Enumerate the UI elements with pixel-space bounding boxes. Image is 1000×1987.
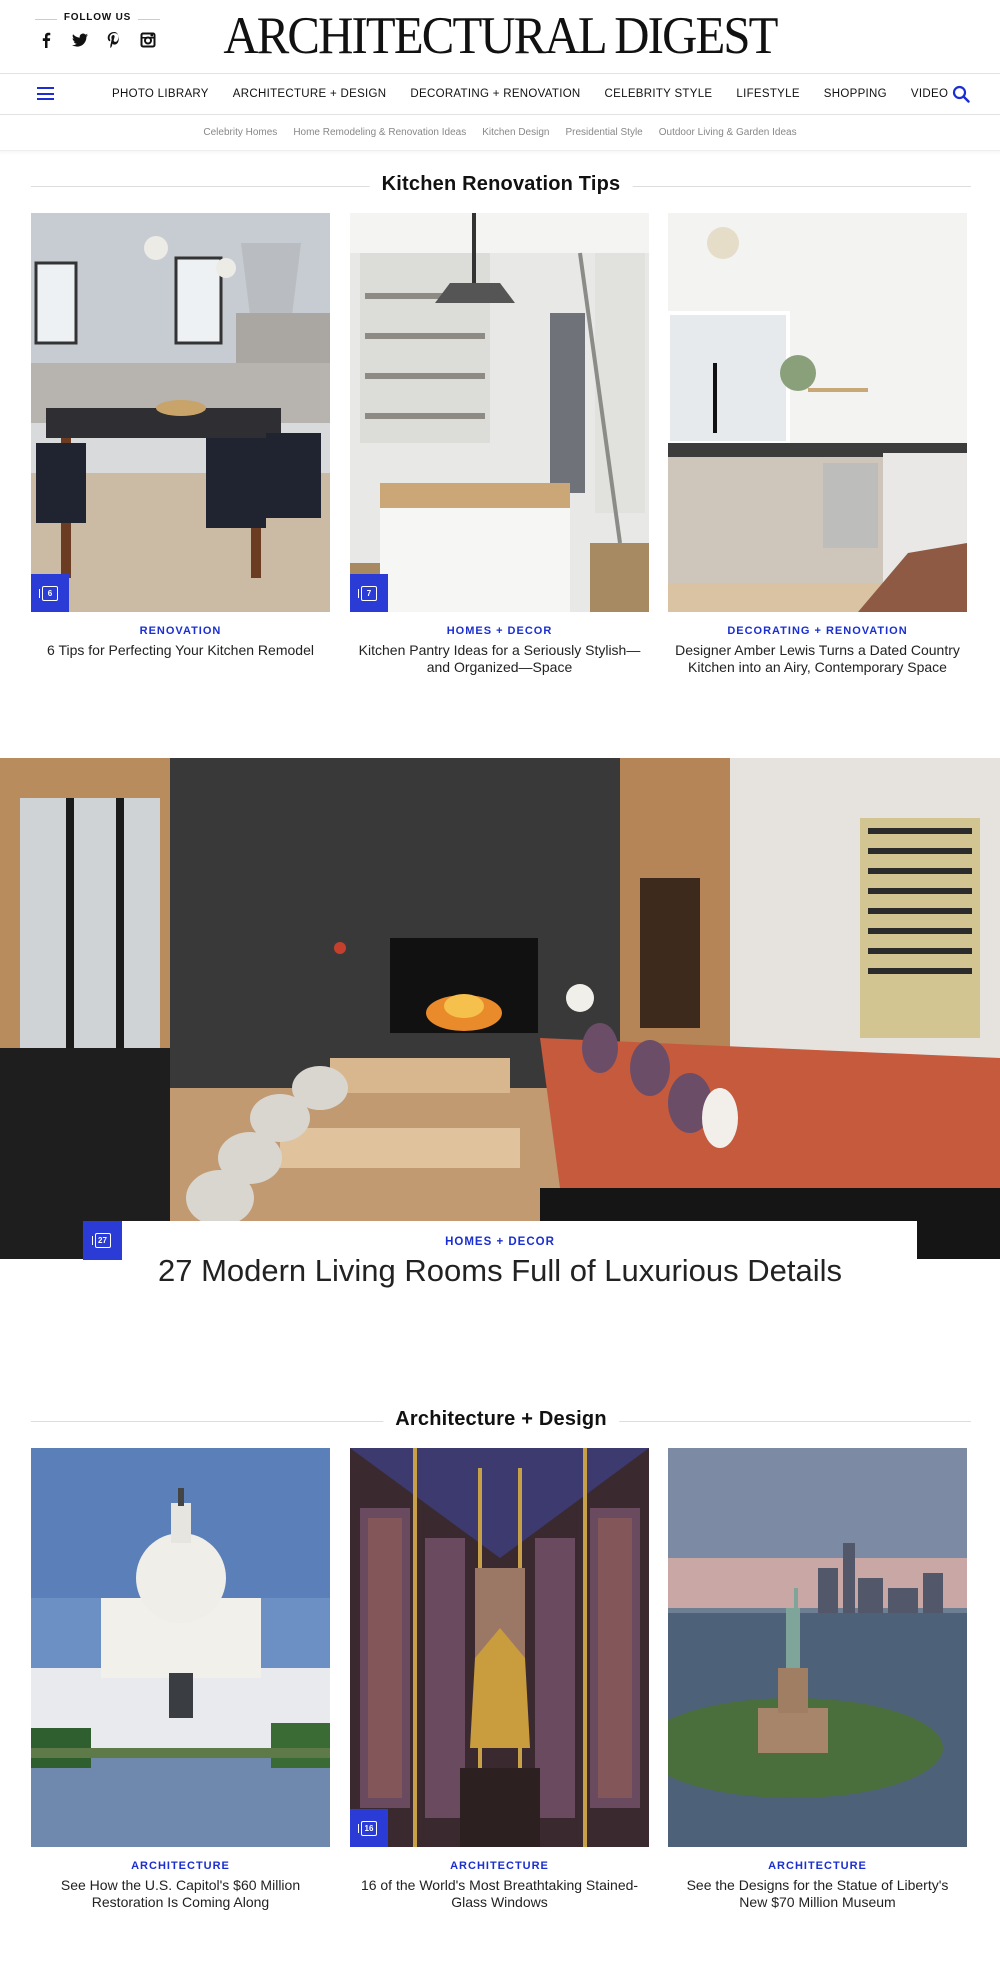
- article-rubric[interactable]: ARCHITECTURE: [31, 1860, 330, 1872]
- article-title[interactable]: 16 of the World's Most Breathtaking Stai…: [350, 1877, 649, 1911]
- section-title: Kitchen Renovation Tips: [369, 173, 633, 196]
- subnav-item-home-remodeling[interactable]: Home Remodeling & Renovation Ideas: [293, 127, 466, 138]
- article-title[interactable]: Kitchen Pantry Ideas for a Seriously Sty…: [350, 642, 649, 676]
- hero-image[interactable]: [0, 758, 1000, 1259]
- article-rubric[interactable]: ARCHITECTURE: [350, 1860, 649, 1872]
- gallery-icon: 7: [358, 585, 377, 601]
- article-rubric[interactable]: ARCHITECTURE: [668, 1860, 967, 1872]
- nav-item-lifestyle[interactable]: LIFESTYLE: [736, 88, 799, 100]
- subnav-item-celebrity-homes[interactable]: Celebrity Homes: [203, 127, 277, 138]
- nav-item-video[interactable]: VIDEO: [911, 88, 948, 100]
- subnav-item-presidential-style[interactable]: Presidential Style: [565, 127, 642, 138]
- hero-title[interactable]: 27 Modern Living Rooms Full of Luxurious…: [150, 1252, 850, 1289]
- article-image[interactable]: 6: [31, 213, 330, 612]
- article-image[interactable]: [668, 1448, 967, 1847]
- sub-nav: Celebrity Homes Home Remodeling & Renova…: [0, 115, 1000, 151]
- article-image[interactable]: [31, 1448, 330, 1847]
- article-rubric[interactable]: DECORATING + RENOVATION: [668, 625, 967, 637]
- article-rubric[interactable]: HOMES + DECOR: [350, 625, 649, 637]
- gallery-badge: 16: [350, 1809, 388, 1847]
- nav-item-decorating-renovation[interactable]: DECORATING + RENOVATION: [410, 88, 580, 100]
- article-card[interactable]: 7 HOMES + DECOR Kitchen Pantry Ideas for…: [350, 213, 649, 676]
- nav-item-shopping[interactable]: SHOPPING: [824, 88, 887, 100]
- nav-item-celebrity-style[interactable]: CELEBRITY STYLE: [605, 88, 713, 100]
- menu-icon[interactable]: [37, 87, 54, 101]
- nav-item-photo-library[interactable]: PHOTO LIBRARY: [112, 88, 209, 100]
- article-image[interactable]: [668, 213, 967, 612]
- article-image[interactable]: 16: [350, 1448, 649, 1847]
- article-title[interactable]: See How the U.S. Capitol's $60 Million R…: [31, 1877, 330, 1911]
- article-title[interactable]: Designer Amber Lewis Turns a Dated Count…: [668, 642, 967, 676]
- article-card[interactable]: ARCHITECTURE See How the U.S. Capitol's …: [31, 1448, 330, 1911]
- subnav-item-outdoor-living[interactable]: Outdoor Living & Garden Ideas: [659, 127, 797, 138]
- nav-links: PHOTO LIBRARY ARCHITECTURE + DESIGN DECO…: [100, 74, 960, 114]
- gallery-badge: 6: [31, 574, 69, 612]
- section-title: Architecture + Design: [383, 1408, 619, 1431]
- hero-rubric[interactable]: HOMES + DECOR: [83, 1236, 917, 1248]
- section-heading-kitchen: Kitchen Renovation Tips: [31, 171, 971, 201]
- gallery-badge: 7: [350, 574, 388, 612]
- main-nav: PHOTO LIBRARY ARCHITECTURE + DESIGN DECO…: [0, 73, 1000, 115]
- article-card[interactable]: 16 ARCHITECTURE 16 of the World's Most B…: [350, 1448, 649, 1911]
- gallery-icon: 16: [358, 1820, 377, 1836]
- search-icon[interactable]: [952, 85, 970, 103]
- article-title[interactable]: See the Designs for the Statue of Libert…: [668, 1877, 967, 1911]
- site-header: FOLLOW US ARCHITECTURAL DIGEST: [0, 0, 1000, 73]
- nav-item-architecture-design[interactable]: ARCHITECTURE + DESIGN: [233, 88, 387, 100]
- article-image[interactable]: 7: [350, 213, 649, 612]
- article-card[interactable]: 6 RENOVATION 6 Tips for Perfecting Your …: [31, 213, 330, 659]
- article-card[interactable]: DECORATING + RENOVATION Designer Amber L…: [668, 213, 967, 676]
- article-title[interactable]: 6 Tips for Perfecting Your Kitchen Remod…: [31, 642, 330, 659]
- subnav-item-kitchen-design[interactable]: Kitchen Design: [482, 127, 549, 138]
- gallery-icon: 6: [39, 585, 58, 601]
- site-logo[interactable]: ARCHITECTURAL DIGEST: [40, 6, 960, 66]
- article-card[interactable]: ARCHITECTURE See the Designs for the Sta…: [668, 1448, 967, 1911]
- article-rubric[interactable]: RENOVATION: [31, 625, 330, 637]
- section-heading-architecture: Architecture + Design: [31, 1406, 971, 1436]
